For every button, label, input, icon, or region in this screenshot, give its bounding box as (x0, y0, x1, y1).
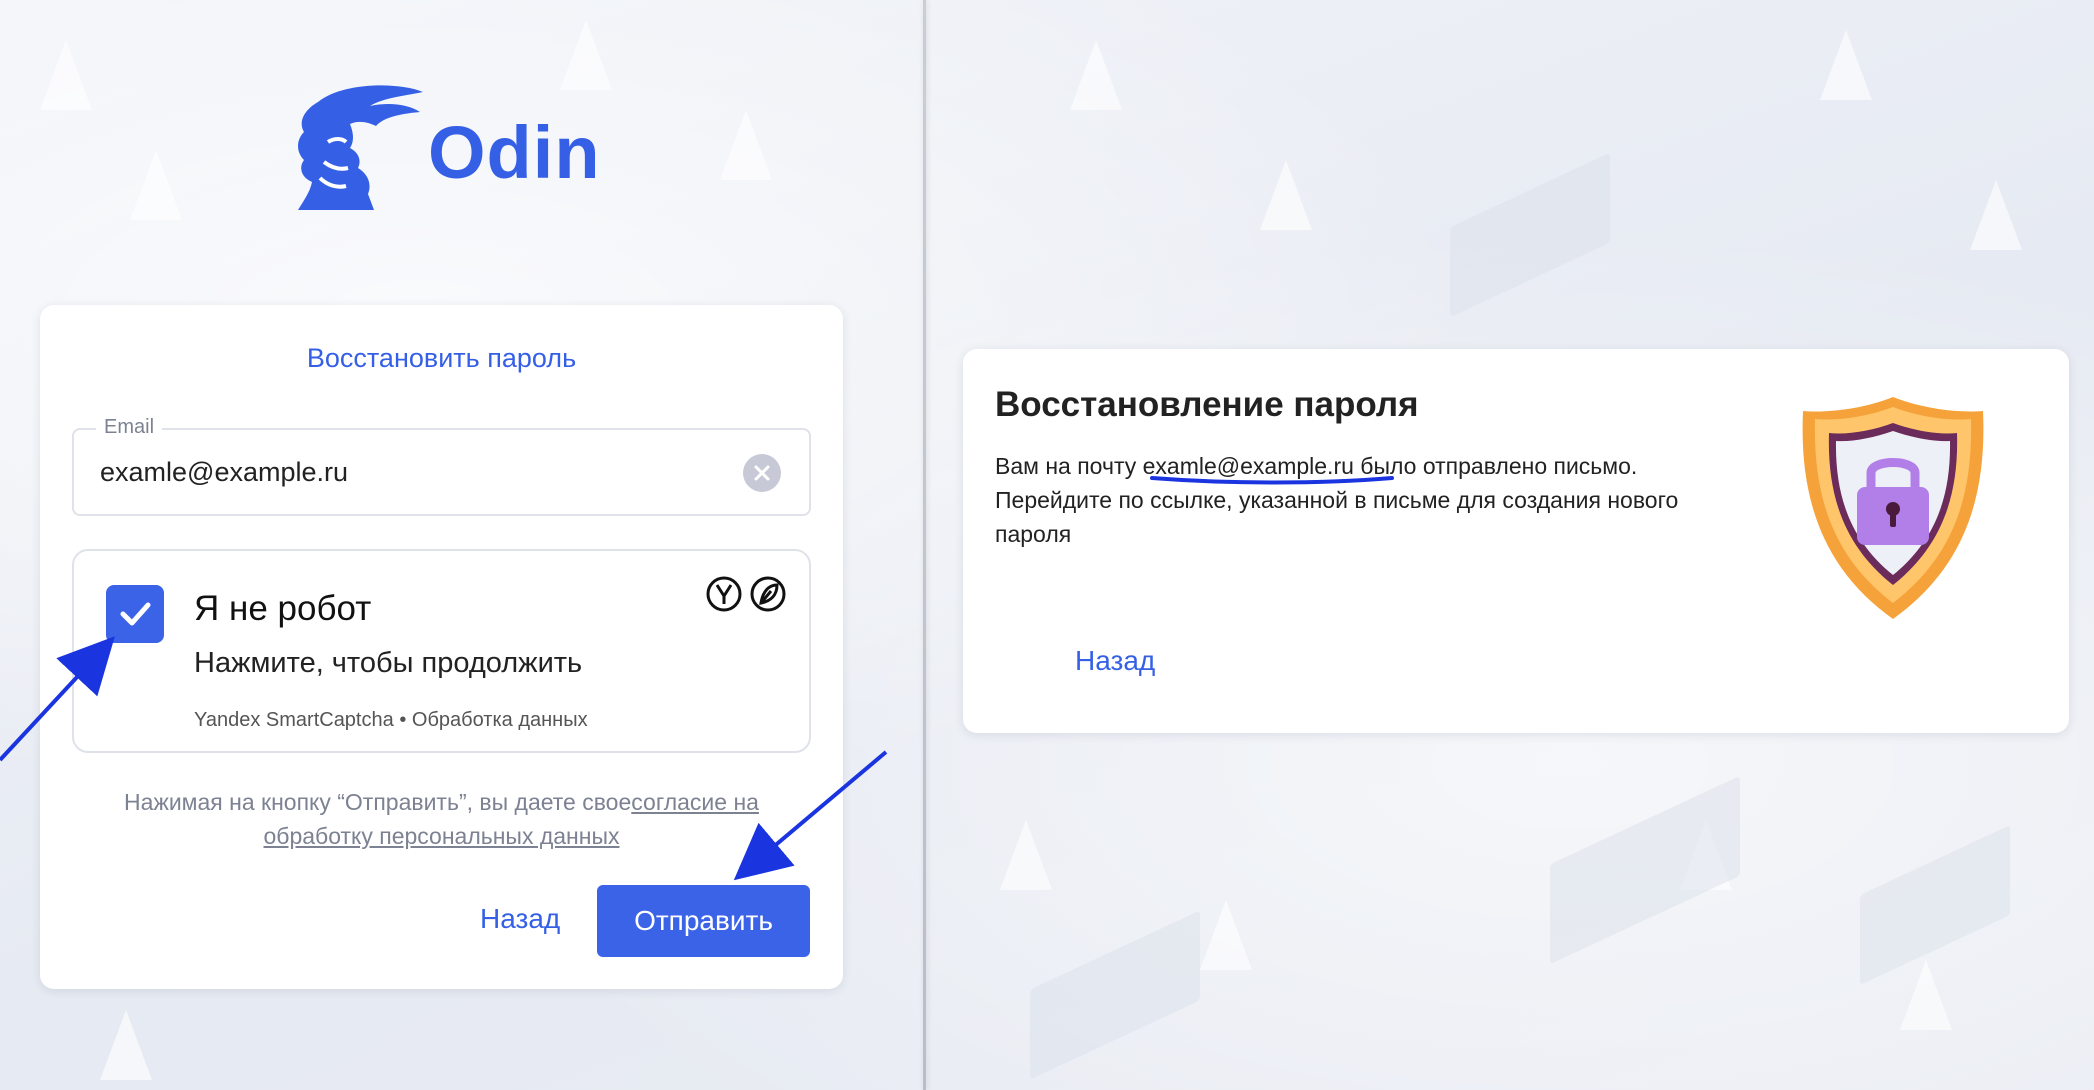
odin-head-icon (298, 85, 423, 210)
clear-icon[interactable] (743, 454, 781, 492)
bg-tree (1070, 40, 1122, 110)
password-recovery-result-card: Восстановление пароля Вам на почту examl… (963, 349, 2069, 733)
smart-captcha[interactable]: Я не робот Нажмите, чтобы продолжить Yan… (72, 549, 811, 753)
bg-tree (130, 150, 182, 220)
message-email: examle@example.ru (1142, 453, 1354, 479)
bg-tree (1970, 180, 2022, 250)
email-label: Email (96, 416, 163, 439)
yandex-icons (705, 575, 787, 613)
restore-password-card: Восстановить пароль Email Я не робот Наж… (40, 305, 843, 989)
bg-tree (40, 40, 92, 110)
back-button[interactable]: Назад (480, 903, 560, 935)
captcha-subtitle: Нажмите, чтобы продолжить (194, 647, 583, 679)
message-prefix: Вам на почту (995, 453, 1143, 479)
bg-tree (1000, 820, 1052, 890)
captcha-footer: Yandex SmartCaptcha • Обработка данных (194, 709, 588, 732)
result-heading: Восстановление пароля (995, 385, 1419, 424)
result-message: Вам на почту examle@example.ru было отпр… (995, 449, 1735, 551)
brand-name: Odin (428, 110, 601, 194)
submit-button[interactable]: Отправить (597, 885, 810, 957)
smartcaptcha-leaf-icon (750, 576, 786, 612)
captcha-checkbox[interactable] (106, 585, 164, 643)
bg-house (1450, 152, 1610, 318)
consent-text: Нажимая на кнопку “Отправить”, вы даете … (124, 789, 632, 815)
bg-tree (1900, 960, 1952, 1030)
result-back-button[interactable]: Назад (1075, 645, 1155, 677)
captcha-data-processing-link[interactable]: Обработка данных (412, 709, 588, 731)
shield-lock-icon (1802, 397, 1984, 619)
captcha-separator: • (399, 709, 407, 731)
panel-divider (923, 0, 926, 1090)
bg-tree (1820, 30, 1872, 100)
captcha-title: Я не робот (194, 589, 372, 628)
bg-house (1030, 910, 1200, 1080)
checkmark-icon (120, 602, 151, 626)
bg-tree (100, 1010, 152, 1080)
email-field[interactable]: Email (72, 416, 811, 516)
email-input[interactable] (100, 450, 720, 494)
captcha-provider: Yandex SmartCaptcha (194, 709, 394, 731)
bg-tree (1260, 160, 1312, 230)
consent-notice: Нажимая на кнопку “Отправить”, вы даете … (80, 785, 803, 853)
bg-house (1550, 775, 1740, 965)
odin-logo: Odin (288, 82, 608, 222)
bg-tree (560, 20, 612, 90)
yandex-y-icon (706, 576, 742, 612)
bg-tree (720, 110, 772, 180)
bg-tree (1200, 900, 1252, 970)
card-title: Восстановить пароль (306, 343, 577, 373)
